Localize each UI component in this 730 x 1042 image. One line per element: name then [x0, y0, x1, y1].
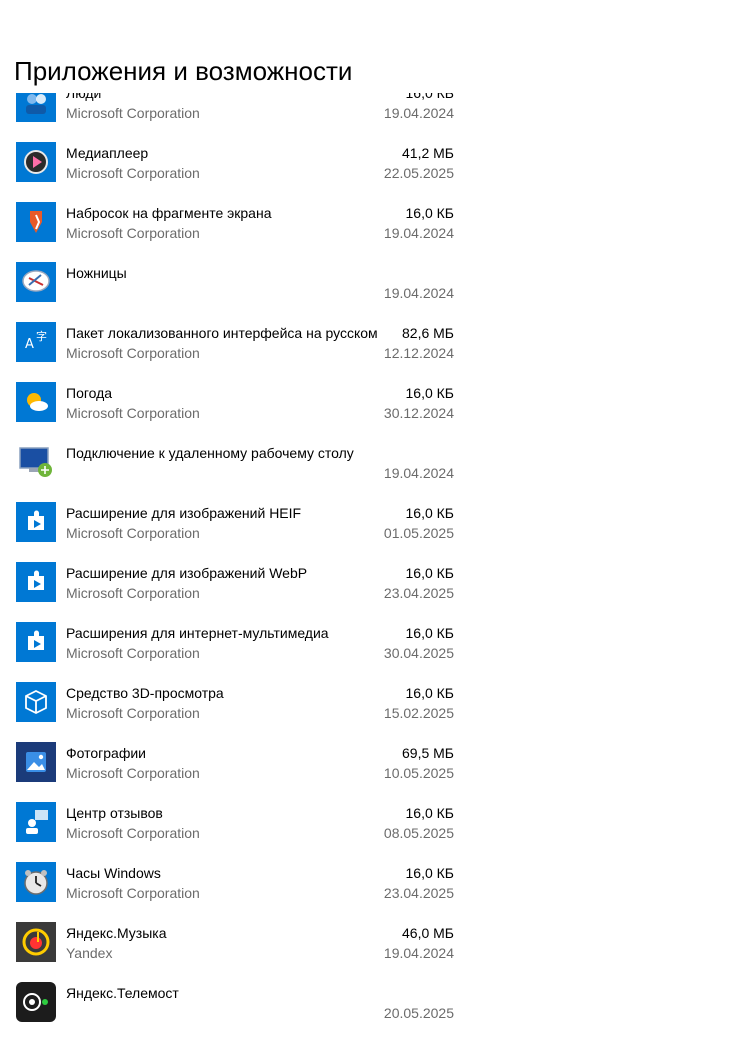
app-size: 16,0 КБ	[405, 865, 454, 881]
app-install-date: 22.05.2025	[383, 165, 454, 181]
app-name: Центр отзывов	[66, 805, 163, 821]
app-size: 16,0 КБ	[405, 625, 454, 641]
app-install-date: 19.04.2024	[383, 285, 454, 301]
app-publisher: Microsoft Corporation	[66, 105, 200, 121]
app-install-date: 12.12.2024	[383, 345, 454, 361]
app-install-date: 30.12.2024	[383, 405, 454, 421]
app-publisher: Microsoft Corporation	[66, 345, 200, 361]
app-size: 16,0 КБ	[405, 205, 454, 221]
extension-icon	[16, 562, 56, 602]
svg-text:A: A	[25, 337, 34, 352]
app-size: 16,0 КБ	[405, 685, 454, 701]
app-install-date: 19.04.2024	[383, 465, 454, 481]
app-name: Яндекс.Музыка	[66, 925, 167, 941]
app-list-item[interactable]: Ножницы 19.04.2024	[0, 262, 470, 322]
app-name: Часы Windows	[66, 865, 161, 881]
photos-icon	[16, 742, 56, 782]
app-publisher: Microsoft Corporation	[66, 225, 200, 241]
media-player-icon	[16, 142, 56, 182]
app-list-item[interactable]: A 字 Пакет локализованного интерфейса на ру…	[0, 322, 470, 382]
app-size: 16,0 КБ	[405, 505, 454, 521]
app-name: Средство 3D-просмотра	[66, 685, 224, 701]
extension-icon	[16, 622, 56, 662]
app-publisher: Microsoft Corporation	[66, 825, 200, 841]
app-publisher: Microsoft Corporation	[66, 525, 200, 541]
app-install-date: 19.04.2024	[383, 225, 454, 241]
app-size: 16,0 КБ	[405, 565, 454, 581]
app-list[interactable]: Люди 16,0 КБ Microsoft Corporation 19.04.20…	[0, 0, 470, 1034]
app-install-date: 08.05.2025	[383, 825, 454, 841]
yandex-telemost-icon	[16, 982, 56, 1022]
app-install-date: 10.05.2025	[383, 765, 454, 781]
app-publisher: Yandex	[66, 945, 113, 961]
app-publisher: Microsoft Corporation	[66, 765, 200, 781]
app-publisher: Microsoft Corporation	[66, 645, 200, 661]
app-list-item[interactable]: Расширения для интернет-мультимедиа 16,0 …	[0, 622, 470, 682]
app-name: Расширения для интернет-мультимедиа	[66, 625, 329, 641]
snip-sketch-icon	[16, 202, 56, 242]
app-name: Медиаплеер	[66, 145, 149, 161]
app-name: Погода	[66, 385, 113, 401]
app-list-item[interactable]: Набросок на фрагменте экрана 16,0 КБ Micro…	[0, 202, 470, 262]
app-list-item[interactable]: Медиаплеер 41,2 МБ Microsoft Corporation 22…	[0, 142, 470, 202]
app-size: 82,6 МБ	[402, 325, 454, 341]
language-pack-icon: A字	[16, 322, 56, 362]
app-list-item[interactable]: Расширение для изображений HEIF 16,0 КБ Mi…	[0, 502, 470, 562]
app-list-item[interactable]: Центр отзывов 16,0 КБ Microsoft Corporatio…	[0, 802, 470, 862]
app-publisher: Microsoft Corporation	[66, 585, 200, 601]
app-install-date: 23.04.2025	[383, 885, 454, 901]
app-install-date: 20.05.2025	[383, 1005, 454, 1021]
app-name: Фотографии	[66, 745, 147, 761]
app-publisher: Microsoft Corporation	[66, 405, 200, 421]
cube-icon	[16, 682, 56, 722]
app-list-item[interactable]: Часы Windows 16,0 КБ Microsoft Corporation…	[0, 862, 470, 922]
app-list-item[interactable]: Яндекс.Телемост 20.05.2025	[0, 982, 470, 1042]
app-install-date: 23.04.2025	[383, 585, 454, 601]
app-install-date: 30.04.2025	[383, 645, 454, 661]
scissors-icon	[16, 262, 56, 302]
app-publisher: Microsoft Corporation	[66, 165, 200, 181]
clock-icon	[16, 862, 56, 902]
app-install-date: 15.02.2025	[383, 705, 454, 721]
app-size: 16,0 КБ	[405, 805, 454, 821]
app-install-date: 19.04.2024	[383, 105, 454, 121]
app-install-date: 01.05.2025	[383, 525, 454, 541]
app-list-item[interactable]: Погода 16,0 КБ Microsoft Corporation 30.12.…	[0, 382, 470, 442]
app-name: Расширение для изображений WebP	[66, 565, 308, 581]
feedback-hub-icon	[16, 802, 56, 842]
app-name: Ножницы	[66, 265, 127, 281]
yandex-music-icon	[16, 922, 56, 962]
app-name: Расширение для изображений HEIF	[66, 505, 302, 521]
remote-desktop-icon	[16, 442, 56, 482]
app-name: Пакет локализованного интерфейса на русс…	[66, 325, 378, 341]
app-size: 41,2 МБ	[402, 145, 454, 161]
page-title: Приложения и возможности	[14, 56, 357, 87]
app-list-item[interactable]: Расширение для изображений WebP 16,0 КБ Mi…	[0, 562, 470, 622]
app-list-item[interactable]: Фотографии 69,5 МБ Microsoft Corporation 10…	[0, 742, 470, 802]
svg-text:字: 字	[36, 329, 47, 343]
app-size: 46,0 МБ	[402, 925, 454, 941]
extension-icon	[16, 502, 56, 542]
app-install-date: 19.04.2024	[383, 945, 454, 961]
app-publisher: Microsoft Corporation	[66, 885, 200, 901]
app-publisher: Microsoft Corporation	[66, 705, 200, 721]
app-name: Яндекс.Телемост	[66, 985, 179, 1001]
app-list-item[interactable]: Яндекс.Музыка 46,0 МБ Yandex 19.04.2024	[0, 922, 470, 982]
app-size: 16,0 КБ	[405, 385, 454, 401]
weather-icon	[16, 382, 56, 422]
app-list-item[interactable]: Средство 3D-просмотра 16,0 КБ Microsoft Co…	[0, 682, 470, 742]
app-list-item[interactable]: Подключение к удаленному рабочему столу 1…	[0, 442, 470, 502]
app-name: Набросок на фрагменте экрана	[66, 205, 272, 221]
app-name: Подключение к удаленному рабочему столу	[66, 445, 354, 461]
app-size: 69,5 МБ	[402, 745, 454, 761]
